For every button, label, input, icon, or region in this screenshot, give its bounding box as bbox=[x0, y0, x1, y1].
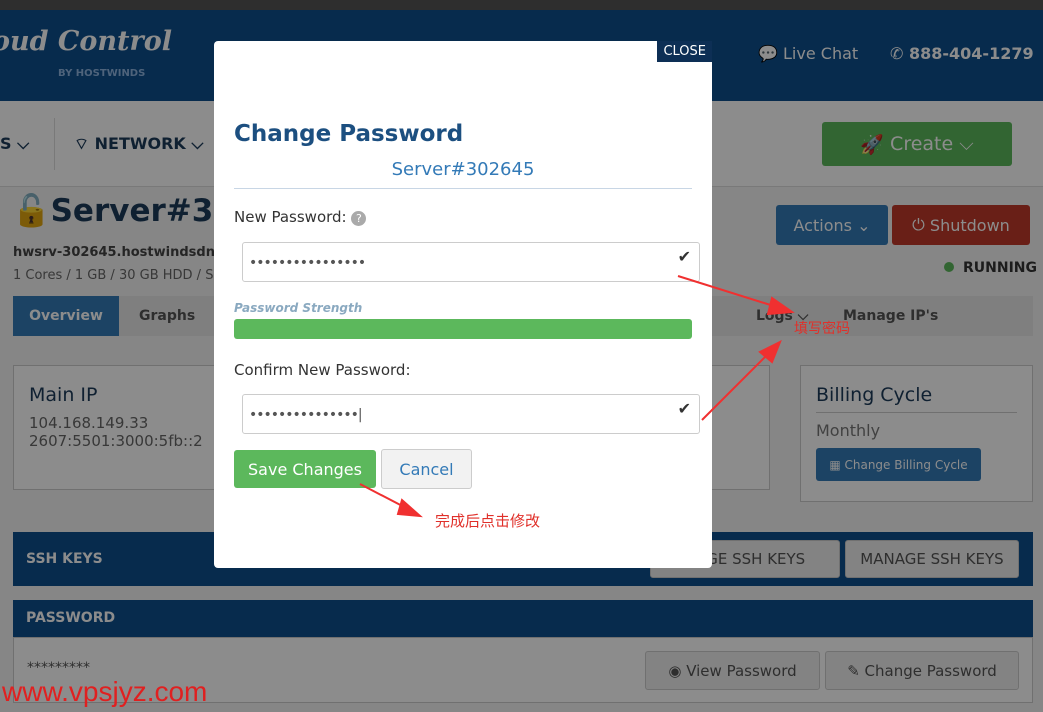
annotation-arrows bbox=[359, 275, 795, 518]
watermark: www.vpsjyz.com bbox=[2, 676, 208, 707]
arrow-from-confirm bbox=[701, 349, 773, 421]
annotation-fill: 填写密码 bbox=[794, 321, 850, 337]
arrowhead bbox=[766, 296, 795, 316]
arrow-to-fill-label bbox=[677, 275, 781, 309]
arrowhead bbox=[396, 498, 423, 518]
